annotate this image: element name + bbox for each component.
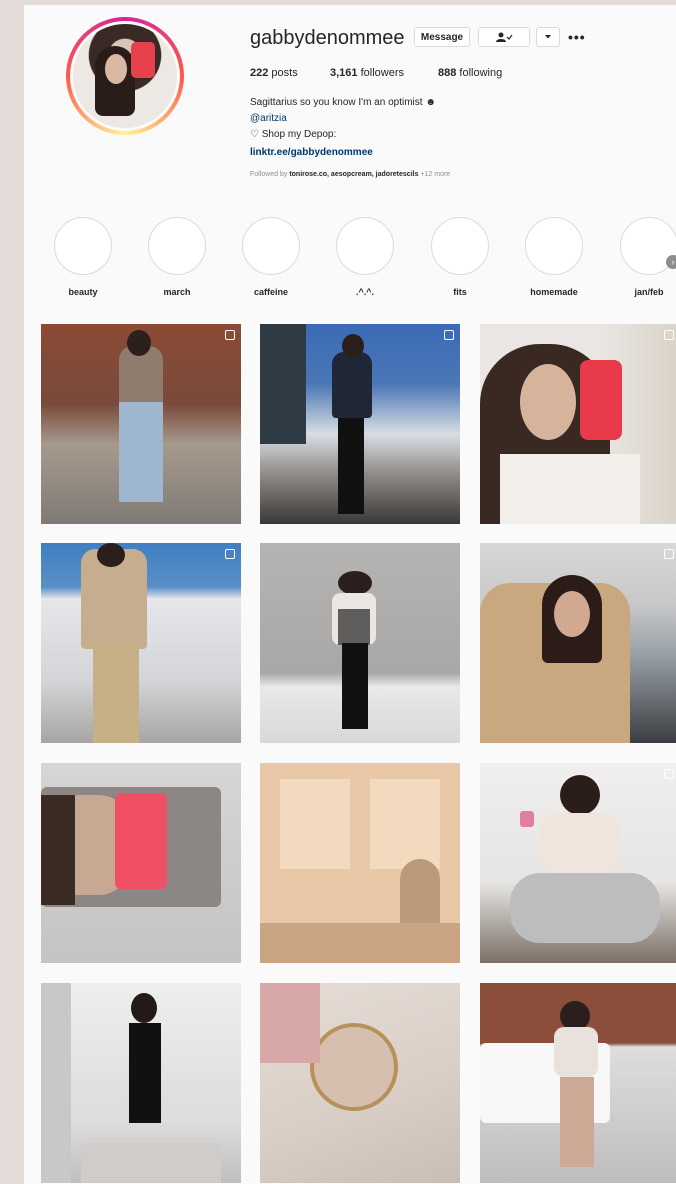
highlight-fits[interactable]: fits <box>429 217 491 297</box>
highlight-beauty[interactable]: beauty <box>52 217 114 297</box>
post-thumbnail[interactable] <box>480 983 676 1183</box>
posts-stat[interactable]: 222 posts <box>250 67 298 79</box>
following-label: following <box>459 67 503 79</box>
carousel-icon <box>225 549 235 559</box>
followed-by-more: +12 more <box>420 171 451 178</box>
post-thumbnail[interactable] <box>41 324 241 524</box>
highlight-label: caffeine <box>253 287 288 297</box>
post-thumbnail[interactable] <box>41 543 241 743</box>
following-stat[interactable]: 888 following <box>438 67 502 79</box>
carousel-icon <box>664 769 674 779</box>
highlight-faces[interactable]: .^.^. <box>334 217 396 297</box>
bio-external-link[interactable]: linktr.ee/gabbydenommee <box>250 147 373 158</box>
chevron-right-icon: › <box>671 257 675 267</box>
carousel-icon <box>225 330 235 340</box>
carousel-icon <box>664 549 674 559</box>
highlight-cover <box>336 217 394 275</box>
post-thumbnail[interactable] <box>480 543 676 743</box>
post-thumbnail[interactable] <box>260 543 460 743</box>
highlight-march[interactable]: march <box>146 217 208 297</box>
highlight-label: beauty <box>68 287 98 297</box>
post-thumbnail[interactable] <box>260 983 460 1183</box>
bio-shop-text: ♡ Shop my Depop: <box>250 129 337 140</box>
post-thumbnail[interactable] <box>480 763 676 963</box>
followers-stat[interactable]: 3,161 followers <box>330 67 404 79</box>
post-thumbnail[interactable] <box>260 324 460 524</box>
suggested-dropdown-button[interactable] <box>536 27 560 47</box>
highlight-label: .^.^. <box>355 287 374 297</box>
post-thumbnail[interactable] <box>41 763 241 963</box>
followers-label: followers <box>360 67 404 79</box>
post-thumbnail[interactable] <box>41 983 241 1183</box>
person-check-icon <box>496 32 513 42</box>
message-button[interactable]: Message <box>414 27 470 47</box>
highlight-cover <box>525 217 583 275</box>
highlight-label: march <box>163 287 191 297</box>
carousel-icon <box>444 330 454 340</box>
highlight-label: fits <box>453 287 467 297</box>
highlight-homemade[interactable]: homemade <box>523 217 585 297</box>
highlights-next-button[interactable]: › <box>666 255 676 269</box>
carousel-icon <box>664 330 674 340</box>
followers-count: 3,161 <box>330 67 358 79</box>
post-thumbnail[interactable] <box>260 763 460 963</box>
followed-by[interactable]: Followed by tonirose.co, aesopcream, jad… <box>250 171 450 178</box>
bio-text: Sagittarius so you know I'm an optimist … <box>250 97 436 108</box>
profile-page: gabbydenommee Message ••• 222 posts 3,16… <box>24 5 676 1184</box>
followed-by-prefix: Followed by <box>250 171 288 178</box>
followed-by-names: tonirose.co, aesopcream, jadoretescils <box>289 171 419 178</box>
chevron-down-icon <box>545 35 551 39</box>
highlight-cover <box>54 217 112 275</box>
posts-count: 222 <box>250 67 269 79</box>
highlight-caffeine[interactable]: caffeine <box>240 217 302 297</box>
avatar[interactable] <box>70 21 180 131</box>
highlight-label: homemade <box>530 287 578 297</box>
highlight-label: jan/feb <box>634 287 664 297</box>
more-options-button[interactable]: ••• <box>568 29 586 45</box>
more-horizontal-icon: ••• <box>568 29 586 45</box>
highlight-cover <box>242 217 300 275</box>
following-button[interactable] <box>478 27 530 47</box>
highlight-cover <box>431 217 489 275</box>
following-count: 888 <box>438 67 457 79</box>
post-thumbnail[interactable] <box>480 324 676 524</box>
posts-label: posts <box>271 67 298 79</box>
profile-username: gabbydenommee <box>250 27 405 49</box>
profile-avatar-story-ring[interactable] <box>66 17 184 135</box>
bio-mention-link[interactable]: @aritzia <box>250 113 287 124</box>
highlight-cover <box>148 217 206 275</box>
